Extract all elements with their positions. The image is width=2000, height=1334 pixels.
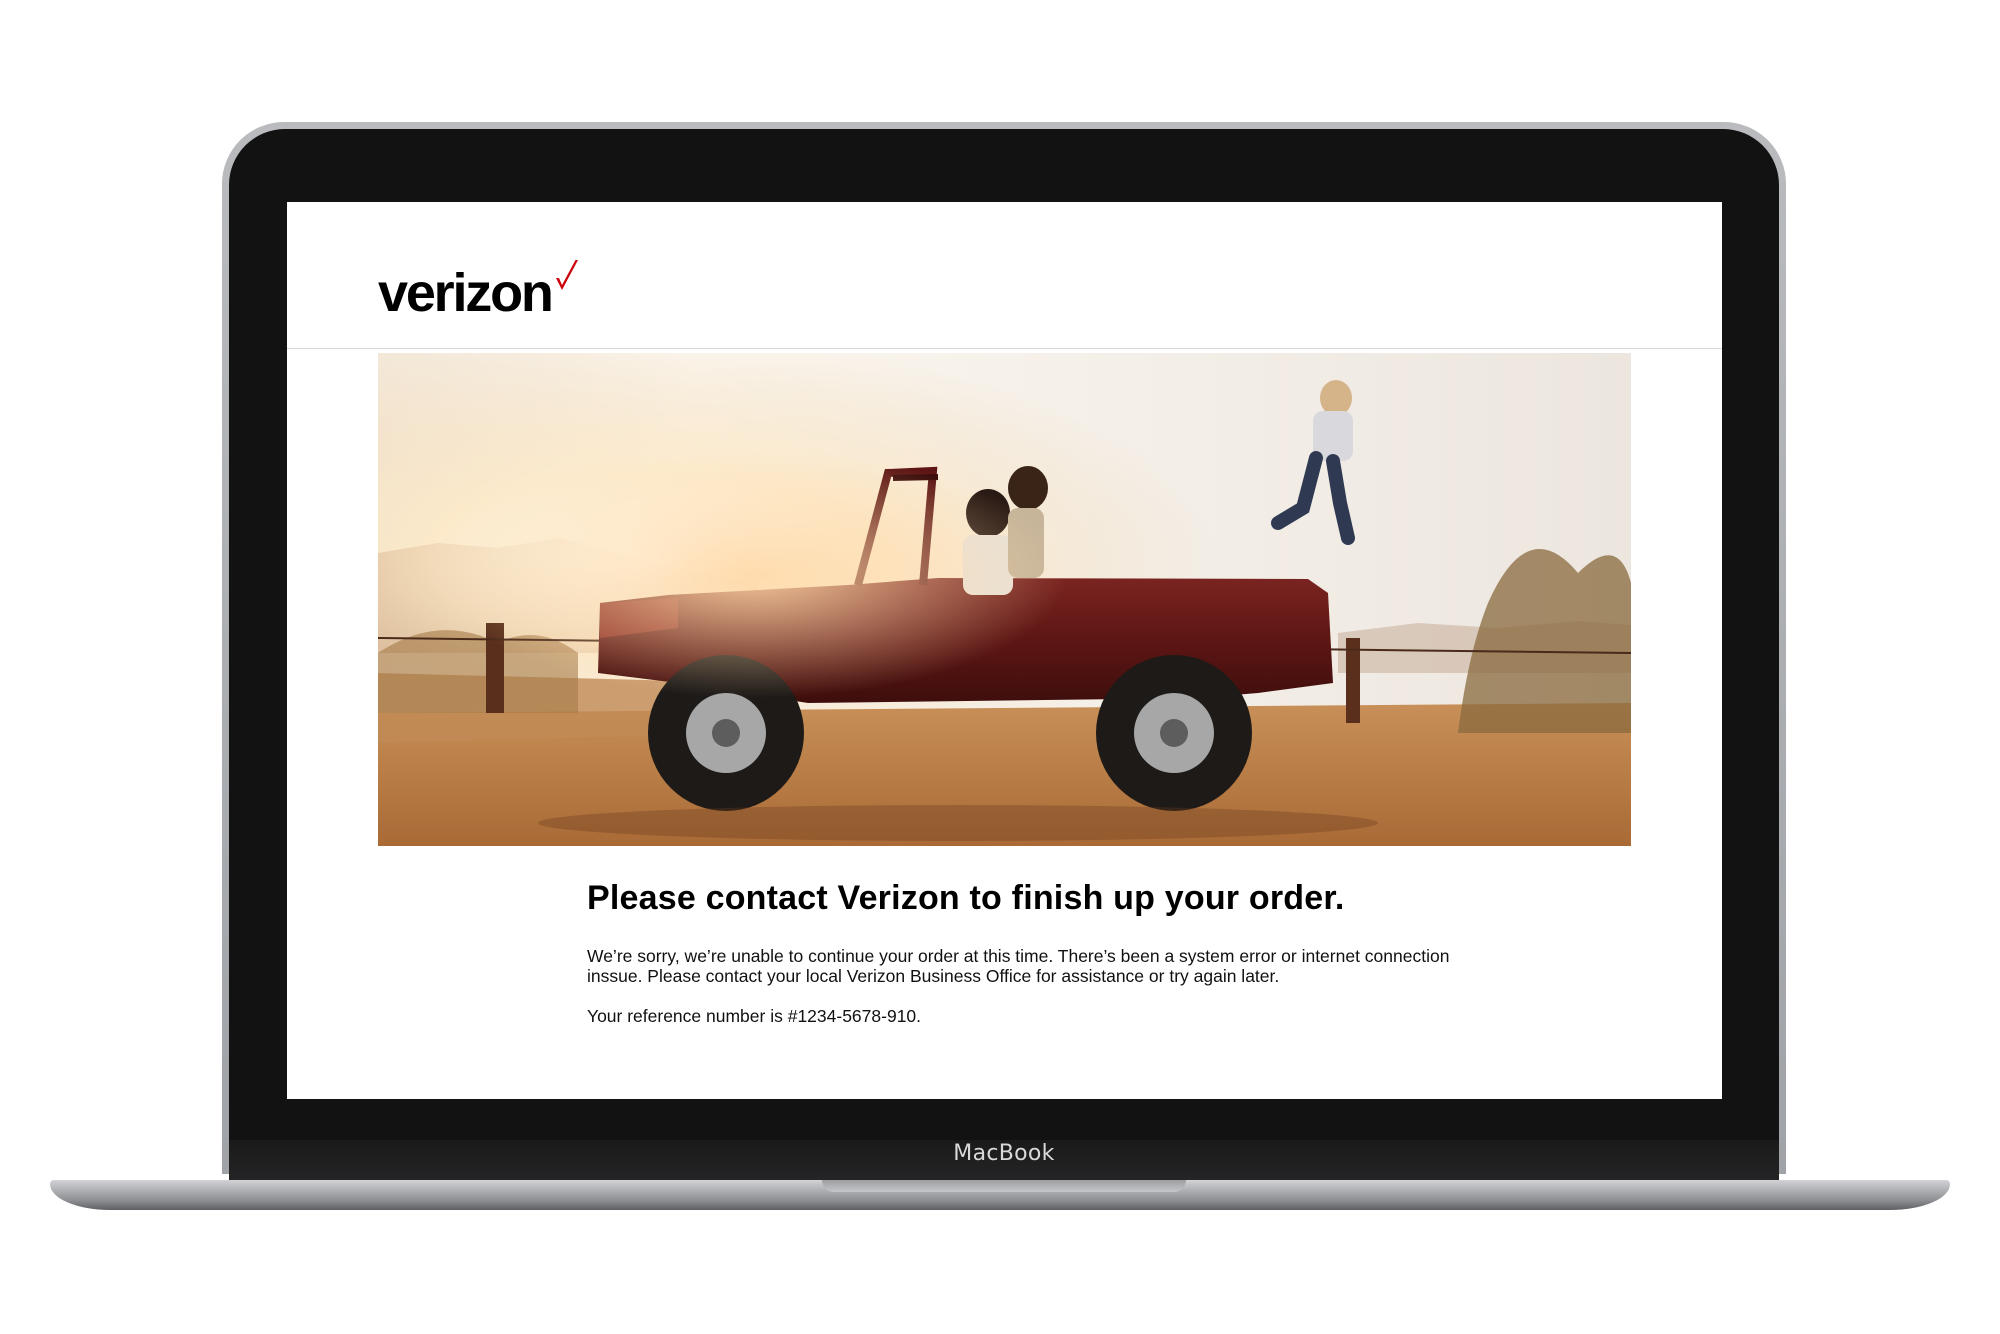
macbook-label: MacBook — [953, 1141, 1055, 1166]
stage: MacBook verizon Please contact Verizon t… — [0, 0, 2000, 1334]
hero-image — [378, 353, 1631, 846]
screen: verizon Please contact Verizon to finish… — [287, 202, 1722, 1099]
page-title: Please contact Verizon to finish up your… — [587, 879, 1345, 917]
logo-wordmark: verizon — [378, 263, 554, 323]
error-message: We’re sorry, we’re unable to continue yo… — [587, 946, 1450, 986]
verizon-logo[interactable]: verizon — [378, 260, 580, 324]
hero-photo — [378, 353, 1631, 846]
reference-number: Your reference number is #1234-5678-910. — [587, 1006, 922, 1026]
page-header: verizon — [287, 202, 1722, 349]
checkmark-icon — [555, 260, 578, 290]
laptop-base-notch — [822, 1180, 1186, 1192]
message-content: Please contact Verizon to finish up your… — [587, 878, 1487, 1026]
